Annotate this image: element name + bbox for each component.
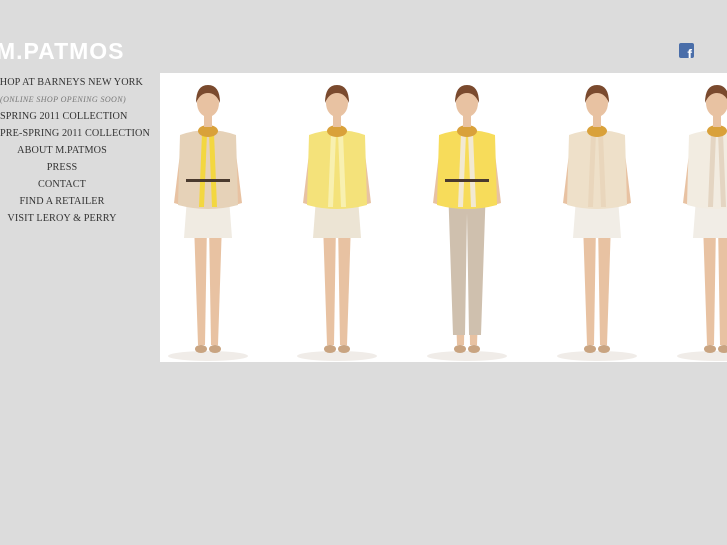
collection-photo-art [168,85,727,361]
nav-item-leroy-perry[interactable]: VISIT LEROY & PERRY [0,210,124,227]
nav-item-pre-spring-2011[interactable]: PRE-SPRING 2011 COLLECTION [0,125,150,142]
facebook-icon[interactable]: f [679,43,694,58]
nav-note-online-shop: (ONLINE SHOP OPENING SOON) [0,95,127,104]
model-figure [677,85,727,361]
nav-item-shop-barneys[interactable]: SHOP AT BARNEYS NEW YORK [0,74,143,91]
nav-item-find-retailer[interactable]: FIND A RETAILER [0,193,124,210]
model-figure [297,85,377,361]
nav-item-about[interactable]: ABOUT M.PATMOS [0,142,124,159]
model-figure [557,85,637,361]
nav-item-contact[interactable]: CONTACT [0,176,124,193]
model-figure [168,85,248,361]
model-figure [427,85,507,361]
nav-item-press[interactable]: PRESS [0,159,124,176]
nav-item-spring-2011[interactable]: SPRING 2011 COLLECTION [0,108,127,125]
main-navigation: SHOP AT BARNEYS NEW YORK (ONLINE SHOP OP… [0,74,150,227]
brand-logo[interactable]: M.PATMOS [0,38,125,65]
collection-photo [160,73,727,362]
